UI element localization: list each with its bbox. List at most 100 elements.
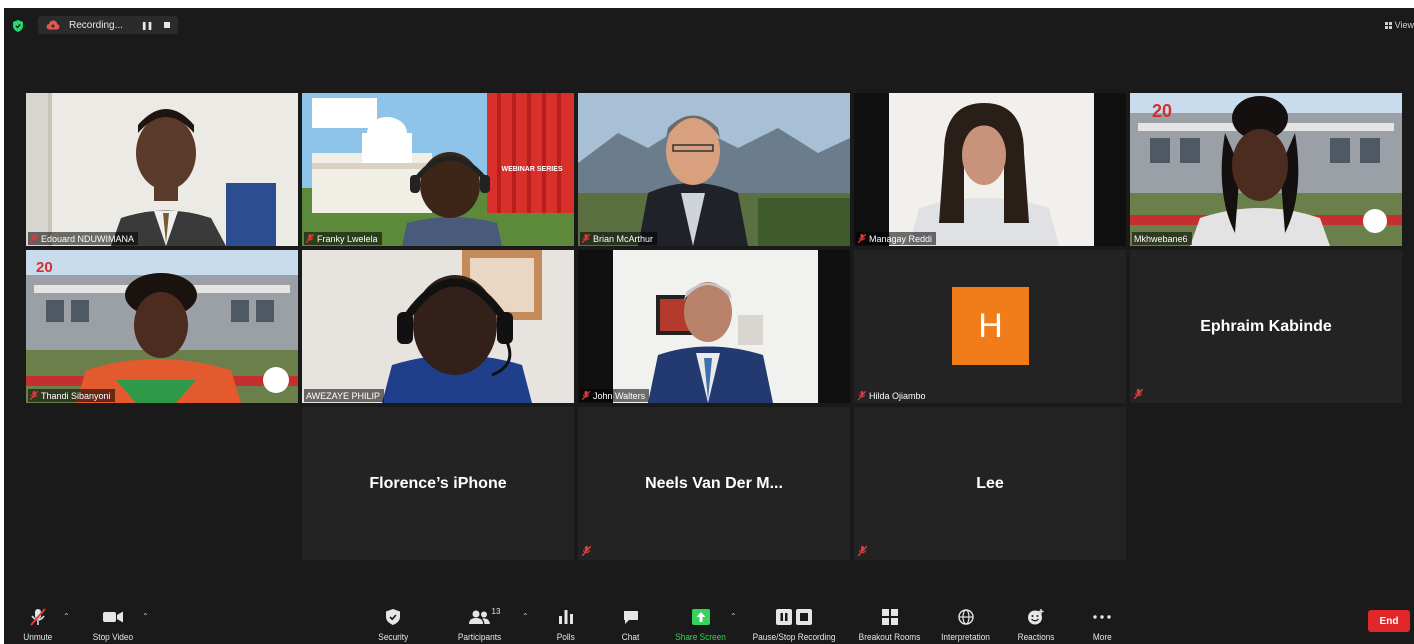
video-tile[interactable]: Edouard NDUWIMANA: [26, 93, 298, 246]
muted-mic-icon: [582, 234, 590, 243]
participants-icon: [468, 610, 490, 624]
muted-mic-icon: [858, 234, 866, 243]
participant-video: [26, 93, 298, 246]
chat-bubble-icon: [623, 610, 638, 624]
video-tile-active-speaker[interactable]: 20 Mkhwebane6: [1130, 93, 1402, 246]
participant-name: Ephraim Kabinde: [1200, 317, 1332, 335]
video-tile[interactable]: Florence’s iPhone: [302, 407, 574, 560]
video-tile[interactable]: Brian McArthur: [578, 93, 850, 246]
share-screen-button[interactable]: Share Screen: [673, 607, 728, 642]
share-options-chevron-icon[interactable]: ⌃: [730, 612, 737, 621]
recording-indicator: Recording... ❚❚: [38, 16, 178, 34]
shield-icon[interactable]: [13, 20, 23, 32]
view-button[interactable]: View: [1384, 20, 1414, 30]
smiley-reaction-icon: [1028, 609, 1044, 625]
participant-video: 20: [1130, 93, 1402, 246]
participant-name-tag: Thandi Sibanyoni: [28, 389, 115, 402]
cloud-recording-icon: [46, 20, 60, 30]
muted-mic-icon: [858, 391, 866, 400]
chat-button[interactable]: Chat: [621, 607, 640, 642]
muted-mic-icon: [582, 546, 591, 556]
stop-video-button[interactable]: Stop Video: [91, 607, 135, 642]
muted-mic-icon: [30, 391, 38, 400]
muted-mic-icon: [582, 391, 590, 400]
participant-name: Thandi Sibanyoni: [41, 390, 111, 401]
meeting-toolbar: Unmute ⌃ Stop Video ⌃ Security 13 Partic…: [4, 604, 1414, 644]
audio-options-chevron-icon[interactable]: ⌃: [63, 612, 70, 621]
muted-mic-icon: [858, 546, 867, 556]
participant-name: Edouard NDUWIMANA: [41, 233, 135, 244]
video-camera-icon: [102, 611, 123, 623]
participant-video: [302, 250, 574, 403]
video-options-chevron-icon[interactable]: ⌃: [142, 612, 149, 621]
recording-label: Recording...: [69, 19, 123, 31]
participants-label: Participants: [457, 632, 502, 642]
video-tile[interactable]: Lee: [854, 407, 1126, 560]
video-tile[interactable]: Neels Van Der M...: [578, 407, 850, 560]
participants-button[interactable]: 13 Participants: [456, 607, 503, 642]
end-meeting-button[interactable]: End: [1368, 610, 1410, 632]
participant-video: [854, 93, 1126, 246]
more-button[interactable]: More: [1092, 607, 1113, 642]
participant-video: [578, 250, 850, 403]
polls-bar-chart-icon: [558, 610, 573, 624]
participant-video: 20: [26, 250, 298, 403]
zoom-meeting-window: Recording... ❚❚ View Edouard NDUWIMANA W…: [4, 8, 1414, 644]
security-button[interactable]: Security: [377, 607, 410, 642]
participant-video: [578, 93, 850, 246]
more-label: More: [1092, 632, 1112, 642]
participant-name: Managay Reddi: [869, 233, 933, 244]
participants-options-chevron-icon[interactable]: ⌃: [522, 612, 529, 621]
participant-name: John Walters: [593, 390, 646, 401]
stop-recording-icon[interactable]: [164, 22, 171, 28]
participant-name: Mkhwebane6: [1134, 233, 1188, 244]
security-label: Security: [378, 632, 409, 642]
participant-name-tag: Brian McArthur: [580, 232, 658, 245]
participant-name: Hilda Ojiambo: [869, 390, 926, 401]
participants-count: 13: [491, 607, 501, 616]
muted-mic-icon: [1134, 389, 1143, 399]
polls-label: Polls: [556, 632, 575, 642]
muted-microphone-icon: [29, 608, 46, 626]
participant-name: Florence’s iPhone: [369, 474, 507, 492]
globe-icon: [957, 609, 974, 625]
muted-mic-icon: [30, 234, 38, 243]
participant-name-tag: Managay Reddi: [856, 232, 937, 245]
more-ellipsis-icon: [1093, 615, 1111, 619]
muted-mic-icon: [306, 234, 314, 243]
stop-video-label: Stop Video: [92, 632, 134, 642]
participant-name: Neels Van Der M...: [645, 474, 783, 492]
breakout-rooms-label: Breakout Rooms: [858, 632, 921, 642]
share-screen-arrow-icon: [691, 609, 710, 625]
participant-name: Brian McArthur: [593, 233, 654, 244]
video-tile[interactable]: John Walters: [578, 250, 850, 403]
video-tile[interactable]: AWEZAYE PHILIP: [302, 250, 574, 403]
participant-name-tag: AWEZAYE PHILIP: [304, 389, 385, 402]
webinar-banner-text: WEBINAR SERIES: [501, 166, 562, 173]
participant-video: WEBINAR SERIES: [302, 93, 574, 246]
share-screen-label: Share Screen: [675, 632, 726, 642]
pause-recording-icon[interactable]: ❚❚: [141, 21, 153, 30]
years-badge-text: 20: [1152, 101, 1172, 121]
video-tile[interactable]: Ephraim Kabinde: [1130, 250, 1402, 403]
video-tile[interactable]: WEBINAR SERIES Franky Lwelela: [302, 93, 574, 246]
participant-name-tag: Mkhwebane6: [1132, 232, 1192, 245]
video-tile[interactable]: H Hilda Ojiambo: [854, 250, 1126, 403]
video-tile[interactable]: Managay Reddi: [854, 93, 1126, 246]
shield-icon: [386, 609, 401, 625]
video-tile[interactable]: 20 Thandi Sibanyoni: [26, 250, 298, 403]
pause-stop-icon: [776, 609, 813, 625]
pause-stop-recording-button[interactable]: Pause/Stop Recording: [749, 607, 839, 642]
reactions-label: Reactions: [1017, 632, 1055, 642]
breakout-rooms-button[interactable]: Breakout Rooms: [856, 607, 923, 642]
pause-stop-recording-label: Pause/Stop Recording: [752, 632, 836, 642]
reactions-button[interactable]: Reactions: [1016, 607, 1056, 642]
unmute-button[interactable]: Unmute: [22, 607, 54, 642]
interpretation-button[interactable]: Interpretation: [939, 607, 992, 642]
years-badge-text: 20: [36, 259, 53, 276]
top-bar: Recording... ❚❚ View: [4, 8, 1414, 42]
interpretation-label: Interpretation: [941, 632, 990, 642]
polls-button[interactable]: Polls: [556, 607, 576, 642]
participant-name: AWEZAYE PHILIP: [306, 390, 381, 401]
participant-name-tag: Edouard NDUWIMANA: [28, 232, 139, 245]
